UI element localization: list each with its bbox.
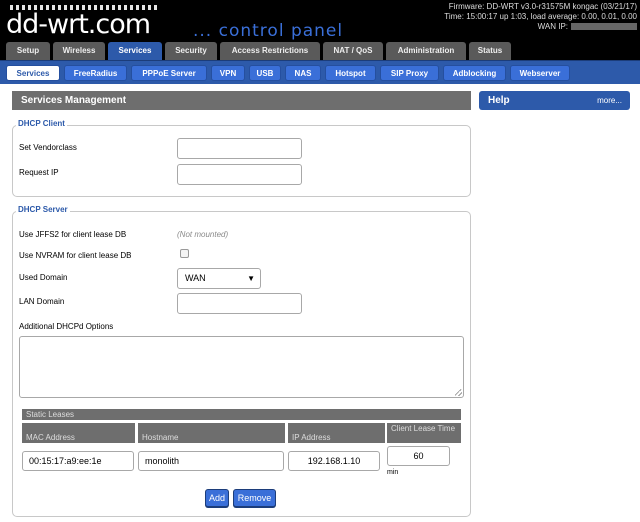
subtab-webserver[interactable]: Webserver (510, 65, 570, 81)
dhcp-client-section (12, 125, 471, 197)
static-leases-header: Static Leases (22, 409, 461, 420)
used-domain-label: Used Domain (19, 273, 68, 282)
lease-ip-input[interactable]: 192.168.1.10 (288, 451, 380, 471)
subtab-pppoe-server[interactable]: PPPoE Server (131, 65, 207, 81)
jffs2-label: Use JFFS2 for client lease DB (19, 230, 127, 239)
tab-nat-qos[interactable]: NAT / QoS (323, 42, 383, 60)
nvram-label: Use NVRAM for client lease DB (19, 251, 132, 260)
subtab-nas[interactable]: NAS (285, 65, 321, 81)
lan-domain-label: LAN Domain (19, 297, 65, 306)
add-lease-button[interactable]: Add (205, 489, 229, 507)
used-domain-select[interactable]: WAN ▼ (177, 268, 261, 289)
col-ip-address: IP Address (288, 423, 385, 443)
tab-administration[interactable]: Administration (386, 42, 466, 60)
subtab-vpn[interactable]: VPN (211, 65, 245, 81)
sub-tab-bar: Services FreeRadius PPPoE Server VPN USB… (0, 60, 640, 84)
wan-ip-info: WAN IP: (444, 22, 637, 32)
vendorclass-input[interactable] (177, 138, 302, 159)
remove-lease-button[interactable]: Remove (233, 489, 276, 507)
request-ip-label: Request IP (19, 168, 59, 177)
col-mac-address: MAC Address (22, 423, 135, 443)
subtab-adblocking[interactable]: Adblocking (443, 65, 506, 81)
request-ip-input[interactable] (177, 164, 302, 185)
tab-status[interactable]: Status (469, 42, 511, 60)
router-info: Firmware: DD-WRT v3.0-r31575M kongac (03… (444, 2, 637, 32)
tab-security[interactable]: Security (165, 42, 217, 60)
subtab-freeradius[interactable]: FreeRadius (64, 65, 127, 81)
additional-options-textarea[interactable] (19, 336, 464, 398)
wan-ip-redacted (571, 23, 637, 31)
header-bar: dd-wrt.com ... control panel Firmware: D… (0, 0, 640, 42)
lease-hostname-input[interactable]: monolith (138, 451, 284, 471)
firmware-info: Firmware: DD-WRT v3.0-r31575M kongac (03… (448, 2, 637, 11)
help-title: Help (488, 95, 510, 106)
subtab-sip-proxy[interactable]: SIP Proxy (380, 65, 439, 81)
chevron-down-icon: ▼ (247, 274, 255, 283)
tab-setup[interactable]: Setup (6, 42, 50, 60)
help-panel: Help more... (479, 91, 630, 110)
lan-domain-input[interactable] (177, 293, 302, 314)
uptime-info: Time: 15:00:17 up 1:03, load average: 0.… (444, 12, 637, 21)
ddwrt-logo: dd-wrt.com (6, 9, 151, 40)
lease-time-unit: min (387, 469, 399, 476)
dhcp-server-legend: DHCP Server (16, 205, 70, 214)
col-lease-time: Client Lease Time (387, 423, 461, 443)
lease-mac-input[interactable]: 00:15:17:a9:ee:1e (22, 451, 134, 471)
col-hostname: Hostname (138, 423, 285, 443)
nvram-checkbox[interactable] (180, 249, 189, 258)
dhcp-client-legend: DHCP Client (16, 119, 67, 128)
subtab-hotspot[interactable]: Hotspot (325, 65, 376, 81)
additional-options-label: Additional DHCPd Options (19, 322, 114, 331)
vendorclass-label: Set Vendorclass (19, 143, 77, 152)
subtab-usb[interactable]: USB (249, 65, 281, 81)
page-title: Services Management (12, 91, 471, 110)
jffs2-status: (Not mounted) (177, 230, 229, 239)
tab-wireless[interactable]: Wireless (53, 42, 105, 60)
tab-services[interactable]: Services (108, 42, 162, 60)
used-domain-value: WAN (185, 273, 206, 283)
resize-handle-icon[interactable] (455, 389, 462, 396)
control-panel-title: ... control panel (193, 21, 344, 41)
tab-access-restrictions[interactable]: Access Restrictions (220, 42, 320, 60)
lease-time-input[interactable]: 60 (387, 446, 450, 466)
subtab-services[interactable]: Services (6, 65, 60, 81)
help-more-link[interactable]: more... (597, 91, 622, 110)
main-tab-bar: Setup Wireless Services Security Access … (0, 40, 640, 60)
